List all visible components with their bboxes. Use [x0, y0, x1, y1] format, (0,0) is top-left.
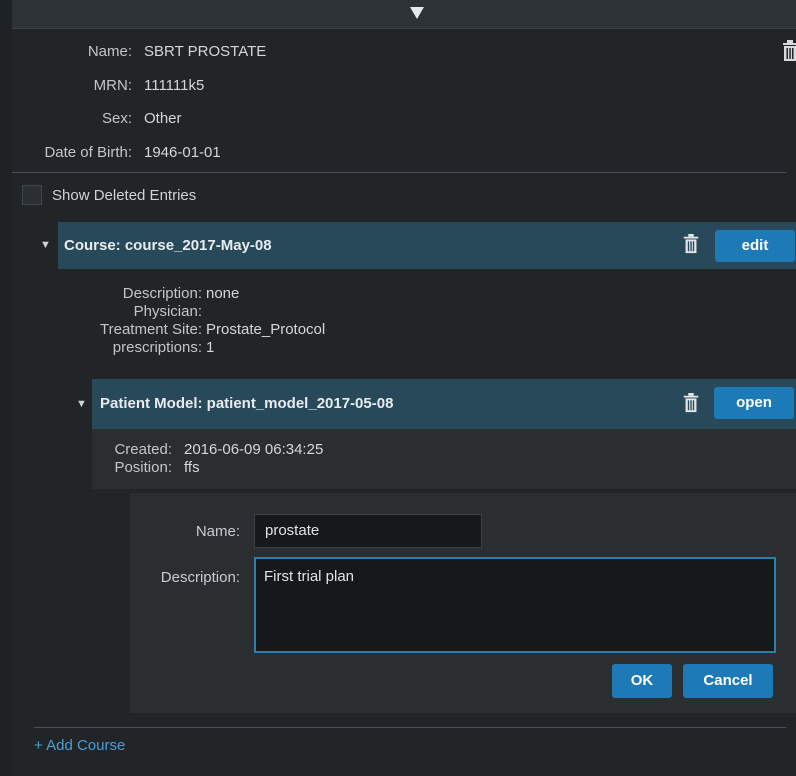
add-course-link[interactable]: + Add Course [34, 736, 125, 756]
patient-model-created-value: 2016-06-09 06:34:25 [184, 441, 324, 458]
separator-line [12, 172, 786, 173]
course-title: Course: course_2017-May-08 [64, 237, 272, 254]
course-description-label: Description: [122, 285, 202, 302]
caret-down-icon[interactable]: ▼ [40, 222, 51, 269]
ok-button[interactable]: OK [612, 664, 672, 698]
patient-mrn-label: MRN: [93, 77, 132, 94]
delete-patient-model-trash-icon[interactable] [682, 393, 700, 413]
cancel-button[interactable]: Cancel [683, 664, 773, 698]
patient-dob-label: Date of Birth: [44, 144, 132, 161]
course-prescriptions-value: 1 [206, 339, 215, 356]
delete-course-trash-icon[interactable] [682, 234, 700, 254]
patient-sex-value: Other [144, 110, 182, 127]
plan-name-label: Name: [195, 523, 240, 540]
patient-sex-label: Sex: [101, 110, 132, 127]
plan-name-input[interactable]: prostate [254, 514, 482, 548]
show-deleted-checkbox[interactable] [22, 185, 42, 205]
new-plan-form: Name: prostate Description: First trial … [130, 493, 796, 713]
course-treatment-site-value: Prostate_Protocol [206, 321, 326, 338]
edit-course-button[interactable]: edit [715, 230, 795, 262]
patient-model-title: Patient Model: patient_model_2017-05-08 [100, 395, 394, 412]
delete-patient-trash-icon[interactable] [782, 40, 796, 62]
patient-model-position-label: Position: [114, 459, 172, 476]
course-prescriptions-label: prescriptions: [112, 339, 202, 356]
collapse-toggle-bar[interactable] [12, 0, 796, 29]
open-patient-model-button[interactable]: open [714, 387, 794, 419]
patient-name-label: Name: [87, 43, 132, 60]
patient-name-value: SBRT PROSTATE [144, 43, 267, 60]
patient-model-panel: ▼ Patient Model: patient_model_2017-05-0… [76, 379, 796, 489]
separator-line [34, 727, 786, 728]
plan-description-label: Description: [160, 569, 240, 586]
patient-model-position-value: ffs [184, 459, 200, 476]
course-header[interactable]: ▼ Course: course_2017-May-08 edit [40, 222, 796, 269]
show-deleted-label: Show Deleted Entries [52, 187, 197, 204]
patient-dob-value: 1946-01-01 [144, 144, 221, 161]
patient-panel: Name: SBRT PROSTATE MRN: 111111k5 Sex: O… [12, 0, 796, 776]
course-physician-label: Physician: [133, 303, 202, 320]
triangle-down-icon[interactable] [410, 7, 424, 19]
patient-model-header[interactable]: ▼ Patient Model: patient_model_2017-05-0… [76, 379, 796, 429]
patient-model-created-label: Created: [114, 441, 172, 458]
patient-mrn-value: 111111k5 [144, 77, 205, 94]
plan-description-textarea[interactable]: First trial plan [254, 557, 776, 653]
caret-down-icon[interactable]: ▼ [76, 379, 87, 429]
course-description-value: none [206, 285, 240, 302]
course-treatment-site-label: Treatment Site: [100, 321, 202, 338]
